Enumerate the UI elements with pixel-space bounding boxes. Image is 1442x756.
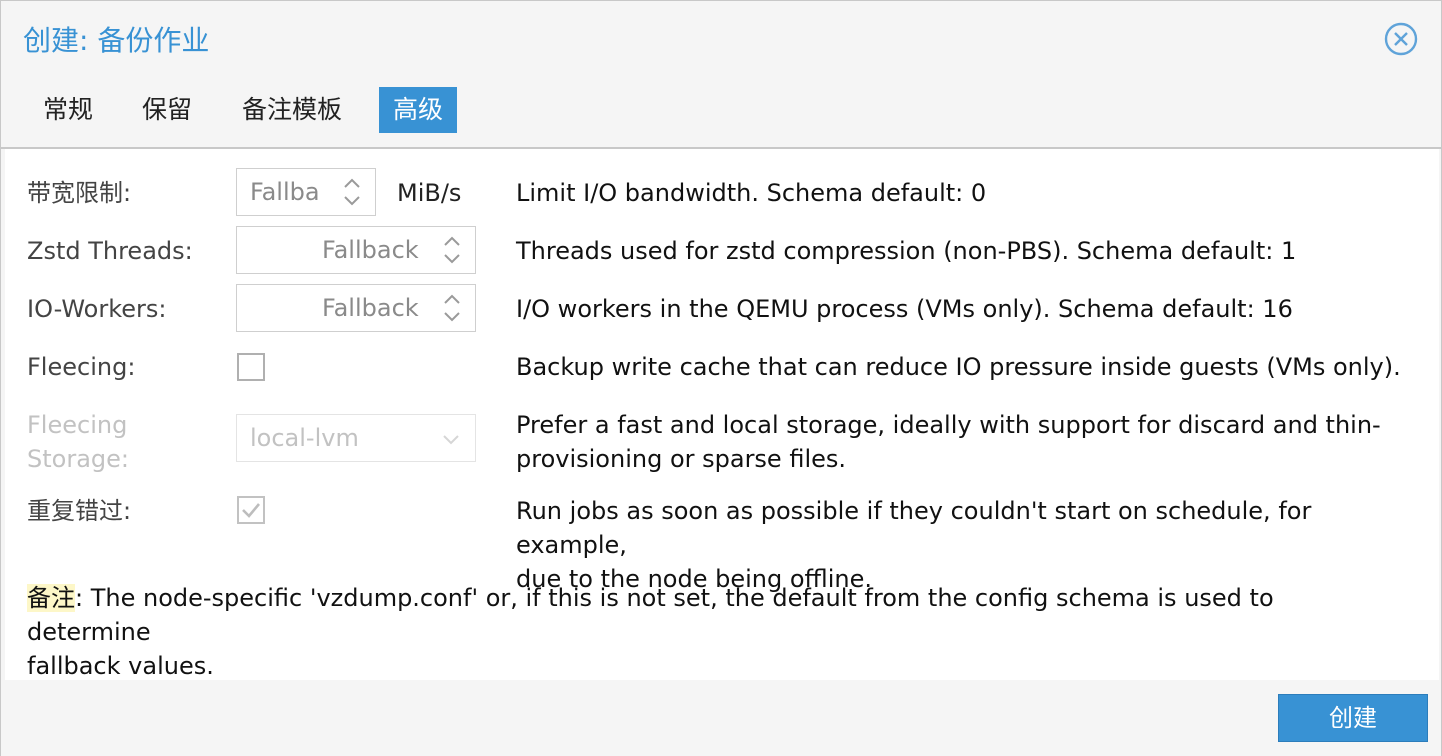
tab-notes-template[interactable]: 备注模板 <box>228 87 356 133</box>
zstd-threads-label: Zstd Threads: <box>27 237 193 265</box>
bandwidth-placeholder: Fallba <box>250 178 320 206</box>
fleecing-checkbox[interactable] <box>237 353 265 381</box>
tab-bar: 常规 保留 备注模板 高级 <box>1 77 1441 149</box>
fleecing-storage-desc-line2: provisioning or sparse files. <box>516 445 847 473</box>
bandwidth-label: 带宽限制: <box>27 179 132 207</box>
dialog-footer: 创建 <box>1 680 1441 756</box>
io-workers-placeholder: Fallback <box>322 294 419 322</box>
note-prefix: 备注 <box>27 584 75 612</box>
zstd-threads-input[interactable]: Fallback <box>236 226 476 274</box>
chevron-down-icon[interactable] <box>441 429 461 449</box>
dialog-title: 创建: 备份作业 <box>23 24 210 57</box>
io-workers-input[interactable]: Fallback <box>236 284 476 332</box>
close-icon[interactable] <box>1383 21 1419 57</box>
spinner-icon[interactable] <box>441 233 463 267</box>
spinner-icon[interactable] <box>341 175 363 209</box>
tab-general[interactable]: 常规 <box>29 87 107 133</box>
create-button[interactable]: 创建 <box>1278 694 1428 742</box>
fleecing-storage-description: Prefer a fast and local storage, ideally… <box>516 408 1416 476</box>
bandwidth-input[interactable]: Fallba <box>236 168 376 216</box>
io-workers-description: I/O workers in the QEMU process (VMs onl… <box>516 295 1293 323</box>
repeat-missed-label: 重复错过: <box>27 497 132 525</box>
tab-advanced[interactable]: 高级 <box>379 87 458 133</box>
checkmark-icon <box>242 503 260 518</box>
backup-job-dialog: 创建: 备份作业 常规 保留 备注模板 高级 带宽限制: Fallba MiB/… <box>0 0 1442 756</box>
tab-retention[interactable]: 保留 <box>128 87 206 133</box>
fleecing-description: Backup write cache that can reduce IO pr… <box>516 353 1401 381</box>
fallback-note: 备注: The node-specific 'vzdump.conf' or, … <box>27 581 1367 683</box>
dialog-header: 创建: 备份作业 <box>1 1 1441 77</box>
fleecing-storage-select[interactable]: local-lvm <box>236 414 476 462</box>
fleecing-storage-value: local-lvm <box>250 424 359 452</box>
zstd-threads-placeholder: Fallback <box>322 236 419 264</box>
bandwidth-description: Limit I/O bandwidth. Schema default: 0 <box>516 179 987 207</box>
advanced-panel: 带宽限制: Fallba MiB/s Limit I/O bandwidth. … <box>5 149 1439 680</box>
note-text: : The node-specific 'vzdump.conf' or, if… <box>27 584 1274 646</box>
repeat-missed-desc-line1: Run jobs as soon as possible if they cou… <box>516 497 1312 559</box>
fleecing-storage-label-line1: Fleecing <box>27 411 128 439</box>
note-line2: fallback values. <box>27 652 214 680</box>
bandwidth-unit: MiB/s <box>397 179 462 207</box>
repeat-missed-checkbox[interactable] <box>237 496 265 524</box>
note-line1: 备注: The node-specific 'vzdump.conf' or, … <box>27 581 1367 649</box>
fleecing-storage-label: Fleecing Storage: <box>27 408 129 476</box>
io-workers-label: IO-Workers: <box>27 295 167 323</box>
fleecing-label: Fleecing: <box>27 353 136 381</box>
fleecing-storage-desc-line1: Prefer a fast and local storage, ideally… <box>516 411 1381 439</box>
zstd-threads-description: Threads used for zstd compression (non-P… <box>516 237 1297 265</box>
fleecing-storage-label-line2: Storage: <box>27 445 129 473</box>
spinner-icon[interactable] <box>441 291 463 325</box>
